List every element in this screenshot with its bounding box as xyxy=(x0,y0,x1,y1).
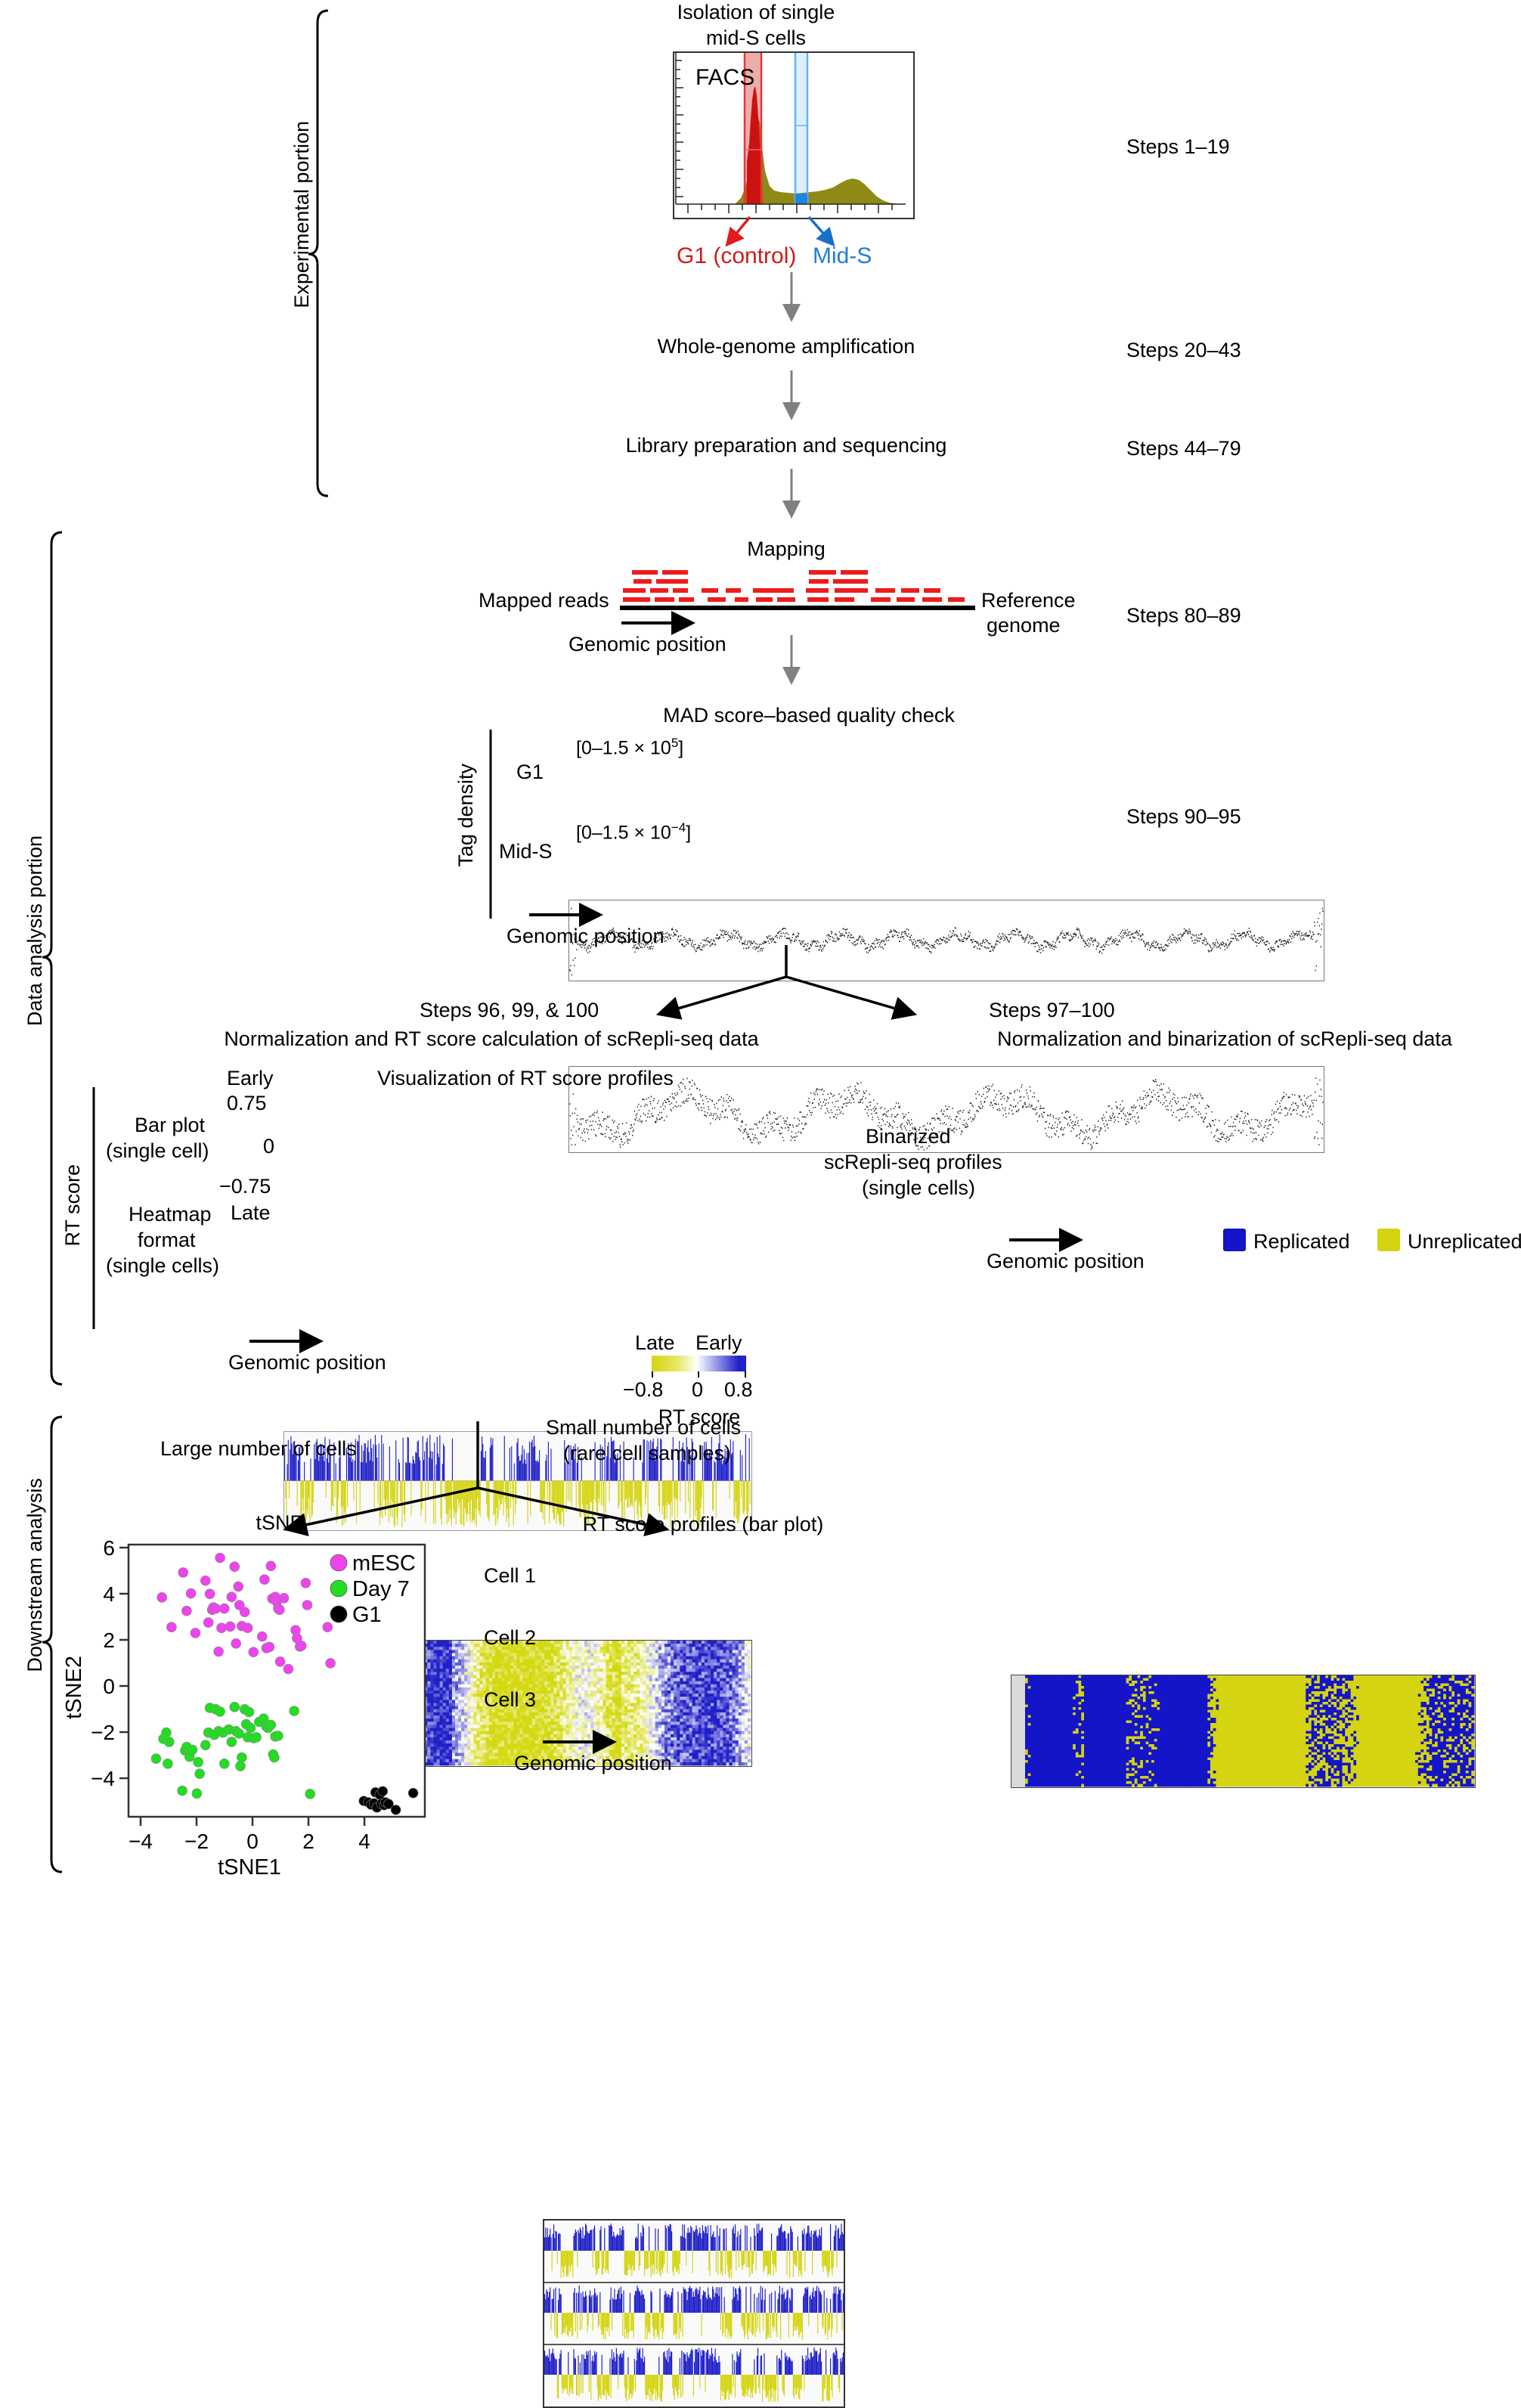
mad-g1-range-post: ] xyxy=(678,737,683,758)
rt-score-label: RT score xyxy=(60,1164,86,1247)
steps-44-79-label: Steps 44–79 xyxy=(1126,436,1241,462)
barplot-tick-mid: 0 xyxy=(263,1134,274,1160)
reference-genome-label-l1: Reference xyxy=(981,588,1076,614)
barplot-tick-top: 0.75 xyxy=(227,1091,267,1117)
mad-row2-label: Mid-S xyxy=(499,839,553,865)
tag-density-label: Tag density xyxy=(454,764,479,867)
tsne-x-axis-label: tSNE1 xyxy=(174,1854,325,1881)
tag-density-bracket xyxy=(488,730,494,919)
facs-gate-g1-label: G1 (control) xyxy=(677,242,796,271)
steps-90-95-label: Steps 90–95 xyxy=(1126,804,1241,830)
tsne-y-axis-label: tSNE2 xyxy=(60,1656,88,1719)
legend-replicated-label: Replicated xyxy=(1253,1229,1350,1255)
cell-2-label: Cell 2 xyxy=(484,1625,536,1651)
binarized-genomic-position-label: Genomic position xyxy=(987,1249,1145,1275)
data-analysis-portion-label: Data analysis portion xyxy=(23,835,48,1026)
downstream-analysis-label: Downstream analysis xyxy=(23,1478,48,1672)
barplot-row-label-l1: Bar plot xyxy=(135,1113,205,1139)
viz-rt-score-title: Visualization of RT score profiles xyxy=(295,1066,756,1092)
mapped-reads-svg xyxy=(620,569,983,620)
facs-title-line2: mid-S cells xyxy=(559,26,953,51)
mapping-genomic-position-arrow xyxy=(621,614,705,634)
cell-profiles-svg xyxy=(544,2221,844,2406)
experimental-portion-label: Experimental portion xyxy=(290,121,315,308)
mad-genomic-position-arrow xyxy=(529,906,612,925)
facs-plot-label: FACS xyxy=(695,64,754,92)
colorbar-max-label: 0.8 xyxy=(724,1378,753,1403)
colorbar-mid-label: 0 xyxy=(692,1378,703,1403)
binarized-label-l3: (single cells) xyxy=(862,1176,975,1201)
steps-20-43-label: Steps 20–43 xyxy=(1126,338,1241,364)
mapping-title: Mapping xyxy=(658,537,915,562)
flow-arrow-1 xyxy=(782,272,801,325)
barplot-axis-early-label: Early xyxy=(227,1066,274,1092)
mapping-genomic-position-label: Genomic position xyxy=(568,632,726,658)
mad-g1-range-pre: [0–1.5 × 10 xyxy=(576,737,671,758)
facs-gate-mids-label: Mid-S xyxy=(813,242,872,271)
colorbar-gradient xyxy=(652,1356,746,1371)
heatmap-row-label-l2: format xyxy=(138,1228,196,1254)
steps-1-19-label: Steps 1–19 xyxy=(1126,135,1230,160)
rt-profiles-title: RT score profiles (bar plot) xyxy=(514,1512,892,1538)
mapped-reads-diagram xyxy=(620,569,983,620)
cell-1-label: Cell 1 xyxy=(484,1563,536,1589)
downstream-branch-right-l1: Small number of cells xyxy=(546,1415,741,1441)
mad-mids-range: [0–1.5 × 10−4] xyxy=(576,820,691,845)
tsne-title: tSNE xyxy=(151,1511,408,1536)
rt-score-bracket xyxy=(91,1087,97,1329)
colorbar-late-label: Late xyxy=(635,1331,675,1356)
binarized-heatmap-panel xyxy=(1011,1675,1476,1788)
mad-score-title: MAD score–based quality check xyxy=(605,703,1013,729)
binarized-left-margin xyxy=(1011,1675,1025,1787)
steps-96-99-100-label: Steps 96, 99, & 100 xyxy=(420,998,599,1024)
library-prep-label: Library preparation and sequencing xyxy=(529,433,1043,459)
mad-g1-range: [0–1.5 × 105] xyxy=(576,735,683,761)
binarized-heatmap-svg xyxy=(1025,1675,1474,1787)
binarized-label-l1: Binarized xyxy=(866,1124,951,1150)
cell-profiles-genomic-position-label: Genomic position xyxy=(514,1751,672,1777)
left-branch-heading: Normalization and RT score calculation o… xyxy=(136,1027,847,1052)
right-branch-heading: Normalization and binarization of scRepl… xyxy=(930,1027,1519,1052)
legend-unreplicated-swatch xyxy=(1377,1229,1400,1251)
facs-mids-gate xyxy=(795,53,807,204)
steps-97-100-label: Steps 97–100 xyxy=(989,998,1115,1024)
downstream-branch-right-l2: (rare cell samples) xyxy=(563,1441,731,1467)
flow-arrow-4 xyxy=(782,635,801,688)
facs-mids-selected xyxy=(795,194,807,204)
legend-unreplicated-label: Unreplicated xyxy=(1408,1229,1521,1255)
mad-g1-range-exp: 5 xyxy=(671,736,678,750)
mapped-reads-label: Mapped reads xyxy=(479,588,609,614)
whole-genome-amplification-label: Whole-genome amplification xyxy=(529,334,1043,360)
heatmap-row-label-l3: (single cells) xyxy=(106,1254,219,1279)
colorbar-early-label: Early xyxy=(695,1331,742,1356)
cell-3-label: Cell 3 xyxy=(484,1687,536,1713)
heatmap-genomic-position-label: Genomic position xyxy=(228,1350,386,1376)
flow-arrow-2 xyxy=(782,370,801,423)
cell-profiles-panel xyxy=(543,2219,845,2408)
colorbar-min-label: −0.8 xyxy=(623,1378,663,1403)
downstream-branch-left-label: Large number of cells xyxy=(160,1436,357,1462)
mad-mids-range-post: ] xyxy=(686,822,691,843)
legend-replicated-swatch xyxy=(1223,1229,1246,1251)
tsne-plot: 642 0−2−4 −4−20 24 mESCDay 7G1 xyxy=(53,1539,438,1871)
barplot-axis-late-label: Late xyxy=(231,1201,271,1226)
facs-title-line1: Isolation of single xyxy=(559,0,953,26)
barplot-tick-bot: −0.75 xyxy=(219,1174,271,1200)
steps-80-89-label: Steps 80–89 xyxy=(1126,603,1241,629)
mad-mids-range-pre: [0–1.5 × 10 xyxy=(576,822,671,843)
barplot-row-label-l2: (single cell) xyxy=(106,1139,209,1164)
heatmap-genomic-position-arrow xyxy=(249,1332,333,1352)
tsne-svg: 642 0−2−4 −4−20 24 mESCDay 7G1 xyxy=(53,1539,438,1871)
reference-genome-label-l2: genome xyxy=(987,613,1061,639)
cell-profiles-genomic-position-arrow xyxy=(543,1733,626,1753)
mad-mids-range-exp: −4 xyxy=(671,820,686,835)
binarized-genomic-position-arrow xyxy=(1009,1231,1092,1250)
heatmap-row-label-l1: Heatmap xyxy=(129,1202,212,1228)
flow-arrow-3 xyxy=(782,469,801,522)
mad-row1-label: G1 xyxy=(516,760,544,786)
binarized-label-l2: scRepli-seq profiles xyxy=(824,1150,1002,1176)
